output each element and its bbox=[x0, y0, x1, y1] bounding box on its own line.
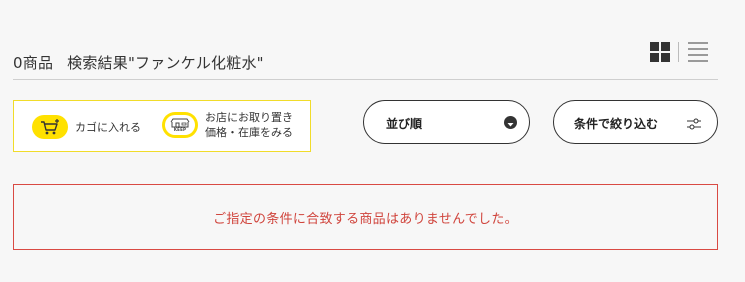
legend-keep-label: お店にお取り置き 価格・在庫をみる bbox=[205, 110, 293, 140]
search-query-label: 検索結果"ファンケル化粧水" bbox=[67, 54, 264, 72]
list-view-icon[interactable] bbox=[688, 42, 708, 62]
filter-button[interactable]: 条件で絞り込む bbox=[553, 100, 718, 144]
legend-cart-label: カゴに入れる bbox=[75, 121, 141, 134]
sort-button[interactable]: 並び順 bbox=[363, 100, 530, 144]
no-results-message: ご指定の条件に合致する商品はありませんでした。 bbox=[13, 184, 718, 250]
view-toggle-divider bbox=[678, 42, 679, 62]
icon-legend: カゴに入れる KEEP お店にお取り置き 価格・在庫をみる bbox=[13, 100, 311, 152]
legend-keep: KEEP お店にお取り置き 価格・在庫をみる bbox=[162, 110, 293, 140]
no-results-text: ご指定の条件に合致する商品はありませんでした。 bbox=[213, 211, 518, 227]
grid-view-icon[interactable] bbox=[650, 42, 670, 62]
search-result-title: 0商品 検索結果"ファンケル化粧水" bbox=[13, 52, 264, 73]
legend-cart: カゴに入れる bbox=[32, 115, 141, 139]
legend-keep-line1: お店にお取り置き bbox=[205, 111, 293, 124]
view-toggle bbox=[650, 42, 708, 62]
add-to-cart-icon bbox=[32, 115, 68, 139]
chevron-down-circle-icon bbox=[504, 116, 517, 129]
filter-button-label: 条件で絞り込む bbox=[574, 117, 659, 131]
header-divider bbox=[13, 79, 718, 80]
sliders-icon bbox=[687, 116, 701, 135]
keep-badge-text: KEEP bbox=[173, 127, 187, 132]
sort-button-label: 並び順 bbox=[386, 117, 423, 131]
result-count: 0商品 bbox=[13, 54, 54, 72]
legend-keep-line2: 価格・在庫をみる bbox=[205, 126, 293, 139]
store-keep-icon: KEEP bbox=[162, 112, 198, 138]
